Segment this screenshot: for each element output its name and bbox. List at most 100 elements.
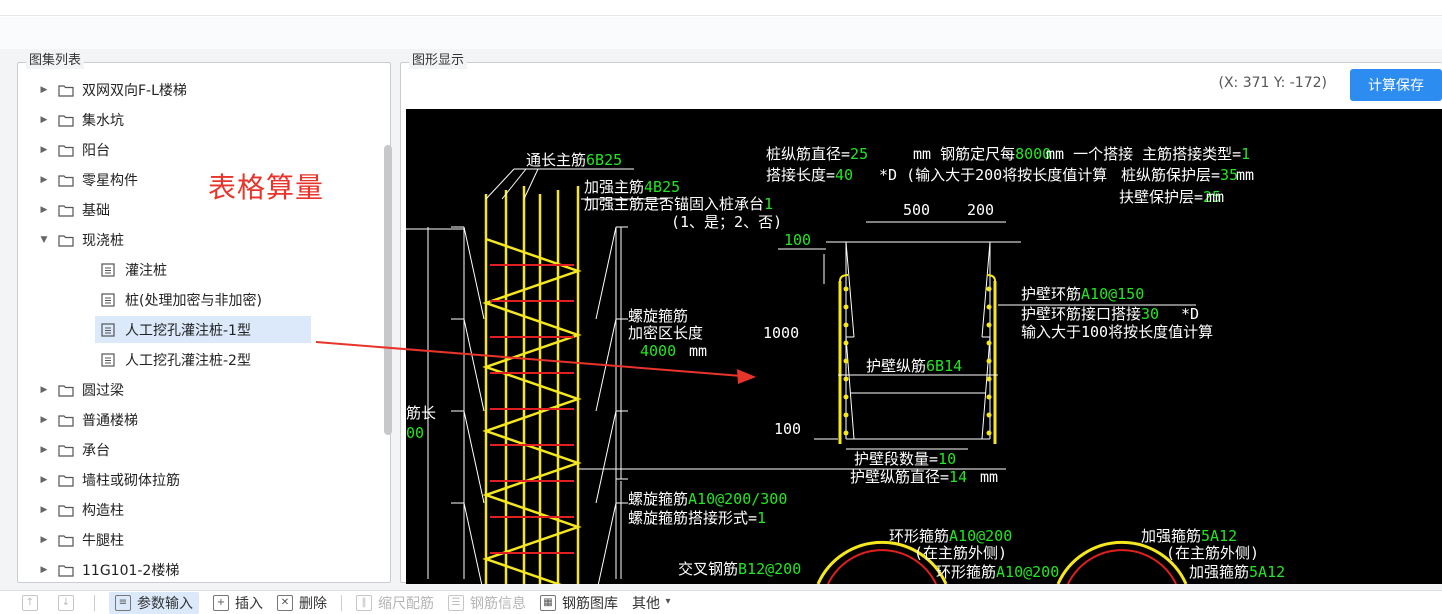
- rebar-dot: [843, 340, 849, 346]
- collapse-arrow-icon[interactable]: ▶: [38, 535, 50, 545]
- tree-folder-node[interactable]: ▶ 阳台: [38, 135, 110, 165]
- cad-label: 环形箍筋A10@200: [936, 563, 1059, 581]
- toolbar-label: 参数输入: [137, 595, 193, 612]
- cad-label: 00: [406, 424, 424, 442]
- toolbar-label: 钢筋信息: [470, 595, 526, 612]
- calculate-save-button[interactable]: 计算保存: [1350, 69, 1442, 101]
- tree-folder-node[interactable]: ▶ 牛腿柱: [38, 525, 124, 555]
- tree-folder-node[interactable]: ▶ 基础: [38, 195, 110, 225]
- collapse-arrow-icon[interactable]: ▶: [38, 415, 50, 425]
- tree-folder-node[interactable]: ▼ 现浇桩: [38, 225, 124, 255]
- expand-arrow-icon[interactable]: ▼: [38, 235, 50, 245]
- insert-button[interactable]: + 插入: [213, 593, 263, 613]
- collapse-arrow-icon[interactable]: ▶: [38, 565, 50, 575]
- cad-label: mm: [980, 468, 998, 486]
- hook-line: [986, 274, 996, 282]
- pile-wall-line: [463, 226, 485, 320]
- tree-folder-node[interactable]: ▶ 11G101-2楼梯: [38, 555, 180, 582]
- tree-folder-node[interactable]: ▶ 构造柱: [38, 495, 124, 525]
- rebar-info-button[interactable]: ☰ 钢筋信息: [448, 593, 526, 613]
- collapse-arrow-icon[interactable]: ▶: [38, 115, 50, 125]
- tree-node-label: 桩(处理加密与非加密): [125, 293, 262, 309]
- collapse-arrow-icon[interactable]: ▶: [38, 505, 50, 515]
- cad-label: 螺旋箍筋: [628, 307, 688, 325]
- collapse-arrow-icon[interactable]: ▶: [38, 145, 50, 155]
- tree-folder-node[interactable]: ▶ 双网双向F-L楼梯: [38, 75, 187, 105]
- cad-label: 100: [774, 420, 801, 438]
- pile-wall-line: [463, 502, 483, 584]
- tree-node-label: 承台: [82, 443, 110, 459]
- rebar-dot: [986, 430, 992, 436]
- tree-node-label: 圆过梁: [82, 383, 124, 399]
- tree-doc-node[interactable]: 灌注桩: [101, 255, 167, 285]
- toolbar-label: 缩尺配筋: [378, 595, 434, 612]
- tree-doc-node[interactable]: 人工挖孔灌注桩-2型: [101, 345, 251, 375]
- rebar-library-button[interactable]: ▦ 钢筋图库: [540, 593, 618, 613]
- collapse-arrow-icon[interactable]: ▶: [38, 85, 50, 95]
- main-rebar-label: 通长主筋6B25: [526, 151, 622, 169]
- delete-button[interactable]: ✕ 删除: [277, 593, 327, 613]
- tree-node-label: 基础: [82, 203, 110, 219]
- folder-icon: [58, 114, 74, 127]
- collapse-arrow-icon[interactable]: ▶: [38, 175, 50, 185]
- tree-folder-node[interactable]: ▶ 圆过梁: [38, 375, 124, 405]
- collapse-arrow-icon[interactable]: ▶: [38, 475, 50, 485]
- nav-up-button[interactable]: ↑: [22, 594, 44, 611]
- cad-label: mm: [689, 342, 707, 360]
- tree-doc-node[interactable]: 桩(处理加密与非加密): [101, 285, 262, 315]
- pile-wall-line: [597, 502, 617, 584]
- rebar-dot: [843, 304, 849, 310]
- tree-doc-node[interactable]: 人工挖孔灌注桩-1型: [101, 315, 251, 345]
- tree-node-label: 阳台: [82, 143, 110, 159]
- cad-label: 加强箍筋5A12: [1189, 563, 1285, 581]
- tree-node-label: 双网双向F-L楼梯: [82, 83, 187, 99]
- graphic-display-panel: 图形显示 (X: 371 Y: -172) 计算保存 通长主筋6B25 加强主筋4…: [400, 53, 1442, 584]
- scale-rebar-button[interactable]: ‖ 缩尺配筋: [356, 593, 434, 613]
- chevron-down-button[interactable]: 其他 ▾: [632, 593, 682, 613]
- tree-scrollbar[interactable]: [384, 145, 392, 435]
- cad-drawing: 通长主筋6B25 加强主筋4B25加强主筋是否锚固入桩承台1(1、是；2、否) 螺旋…: [406, 145, 1285, 584]
- cad-label: 桩纵筋保护层=35: [1121, 166, 1238, 184]
- collapse-arrow-icon[interactable]: ▶: [38, 385, 50, 395]
- folder-icon: [58, 414, 74, 427]
- wall-outline-line: [845, 336, 855, 440]
- pile-wall-line: [463, 318, 485, 412]
- leader-line: [523, 168, 539, 200]
- folder-icon: [58, 384, 74, 397]
- tree-node-label: 牛腿柱: [82, 533, 124, 549]
- toolbar-label: 删除: [299, 595, 327, 612]
- cad-label: 护壁纵筋6B14: [866, 357, 962, 375]
- header-band: [0, 17, 1442, 49]
- rebar-dot: [986, 304, 992, 310]
- folder-icon: [58, 144, 74, 157]
- cad-label: (在主筋外侧): [914, 544, 1007, 562]
- tree-folder-node[interactable]: ▶ 承台: [38, 435, 110, 465]
- param-input-icon: ≡: [115, 594, 131, 611]
- insert-icon: +: [213, 594, 229, 611]
- tree-folder-node[interactable]: ▶ 墙柱或砌体拉筋: [38, 465, 180, 495]
- tree-folder-node[interactable]: ▶ 零星构件: [38, 165, 138, 195]
- tree-folder-node[interactable]: ▶ 普通楼梯: [38, 405, 138, 435]
- rebar-dot: [843, 358, 849, 364]
- nav-down-button[interactable]: ↓: [58, 594, 80, 611]
- cad-canvas[interactable]: 通长主筋6B25 加强主筋4B25 加强主筋是否锚固入桩承台1 (1、是；2、否) 螺旋…: [406, 109, 1442, 584]
- tree-folder-node[interactable]: ▶ 集水坑: [38, 105, 124, 135]
- rebar-dot: [843, 286, 849, 292]
- collapse-arrow-icon[interactable]: ▶: [38, 445, 50, 455]
- tree-node-label: 构造柱: [82, 503, 124, 519]
- rebar-library-icon: ▦: [540, 594, 556, 611]
- atlas-tree: ▶ 双网双向F-L楼梯 ▶ 集水坑 ▶ 阳台 ▶ 零星构件 ▶ 基础 ▼ 现浇桩 灌注桩 桩(处理加密与非…: [18, 63, 378, 582]
- param-input-button[interactable]: ≡ 参数输入: [109, 591, 199, 614]
- document-icon: [101, 263, 115, 277]
- folder-open-icon: [58, 234, 74, 247]
- bottom-toolbar: ↑ ↓ ≡ 参数输入 + 插入 ✕ 删除 ‖ 缩尺配筋 ☰ 钢筋信息 ▦ 钢筋图库 其他 ▾: [0, 590, 1442, 614]
- cad-label: 螺旋箍筋A10@200/300: [628, 490, 787, 508]
- tree-node-label: 11G101-2楼梯: [82, 563, 180, 579]
- cad-label: 筋长: [406, 404, 436, 422]
- cad-label: mm: [1236, 166, 1254, 184]
- coordinate-readout: (X: 371 Y: -172): [1218, 75, 1328, 91]
- rebar-dot: [843, 376, 849, 382]
- tree-node-label: 人工挖孔灌注桩-2型: [125, 353, 251, 369]
- collapse-arrow-icon[interactable]: ▶: [38, 205, 50, 215]
- cad-label: (1、是；2、否): [671, 213, 782, 231]
